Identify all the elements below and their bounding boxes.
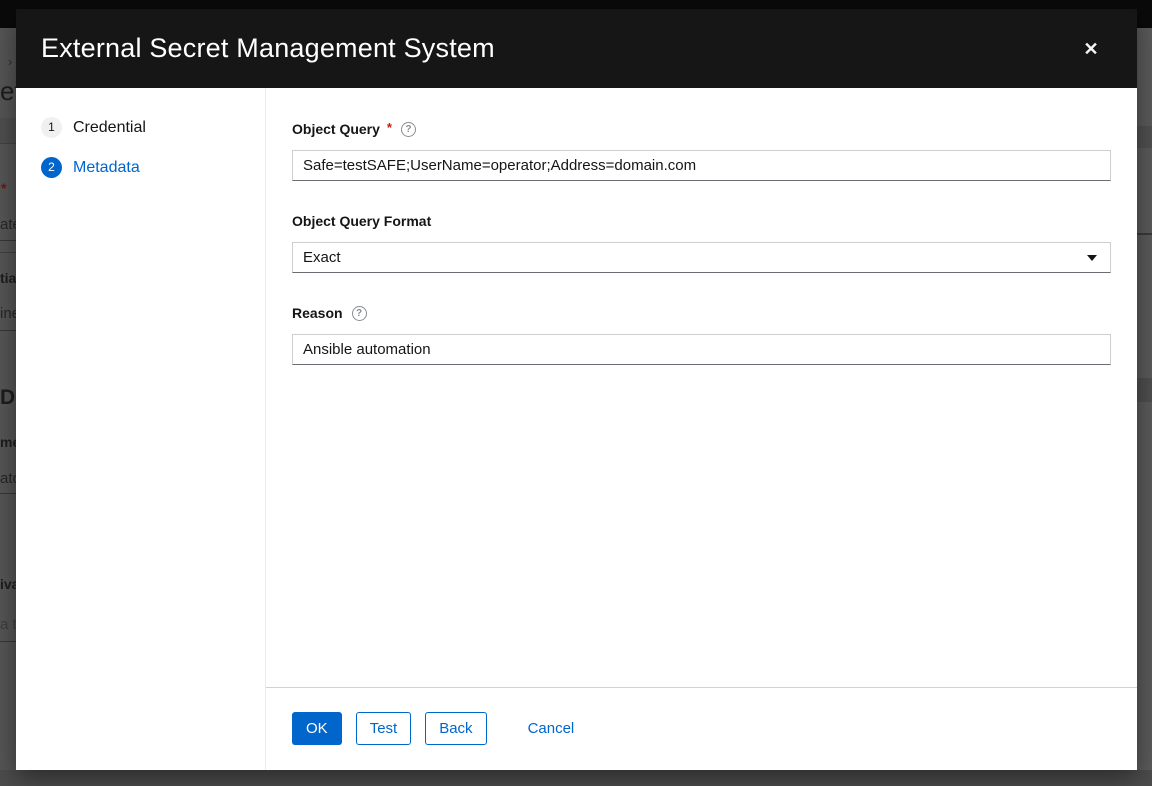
object-query-field: Object Query * ? — [292, 121, 1111, 181]
modal-title: External Secret Management System — [41, 33, 495, 64]
modal-header: External Secret Management System ✕ — [16, 9, 1137, 88]
test-button[interactable]: Test — [356, 712, 412, 745]
help-icon[interactable]: ? — [401, 122, 416, 137]
wizard-step-metadata[interactable]: 2 Metadata — [41, 157, 265, 178]
background-input-text-fragment-2: ato — [0, 470, 16, 487]
object-query-label-row: Object Query * ? — [292, 121, 1111, 137]
back-button[interactable]: Back — [425, 712, 486, 745]
background-required-asterisk: * — [1, 180, 6, 196]
background-input-text-fragment: ate — [0, 216, 16, 233]
modal-body: 1 Credential 2 Metadata Object Query * ? — [16, 88, 1137, 770]
background-page-right-strip — [1137, 28, 1152, 770]
breadcrumb-chevron-fragment: › — [8, 54, 12, 69]
object-query-input[interactable] — [292, 150, 1111, 181]
wizard-step-credential[interactable]: 1 Credential — [41, 117, 265, 138]
wizard-step-label: Credential — [73, 119, 146, 137]
wizard-step-label: Metadata — [73, 159, 140, 177]
background-input-border — [0, 240, 16, 241]
reason-label-row: Reason ? — [292, 305, 1111, 321]
background-input-border-4 — [0, 641, 16, 642]
page-title-fragment: et — [0, 76, 16, 107]
reason-input[interactable] — [292, 334, 1111, 365]
object-query-label: Object Query — [292, 121, 380, 137]
background-placeholder-fragment: a t — [0, 616, 16, 633]
background-page-bottom-strip — [0, 770, 1152, 786]
background-label-fragment: tia — [0, 270, 16, 286]
background-right-band-2 — [1137, 378, 1152, 402]
required-asterisk: * — [387, 120, 392, 135]
external-secret-management-modal: External Secret Management System ✕ 1 Cr… — [16, 9, 1137, 770]
step-number-badge: 1 — [41, 117, 62, 138]
caret-down-icon — [1087, 255, 1097, 261]
close-icon[interactable]: ✕ — [1079, 37, 1103, 61]
background-right-band — [1137, 126, 1152, 148]
ok-button[interactable]: OK — [292, 712, 342, 745]
wizard-main-pane: Object Query * ? Object Query Format Exa… — [266, 88, 1137, 770]
reason-field: Reason ? — [292, 305, 1111, 365]
background-label-fragment-2: me — [0, 434, 16, 450]
step-number-badge: 2 — [41, 157, 62, 178]
object-query-format-field: Object Query Format Exact — [292, 213, 1111, 273]
modal-footer: OK Test Back Cancel — [266, 687, 1137, 770]
background-input-border-3 — [0, 493, 16, 494]
background-input-border-2 — [0, 330, 16, 331]
background-select-text-fragment: ine — [0, 305, 16, 322]
background-label-fragment-3: iva — [0, 576, 16, 592]
object-query-format-label: Object Query Format — [292, 213, 431, 229]
cancel-button[interactable]: Cancel — [515, 712, 588, 745]
background-divider — [0, 252, 16, 253]
help-icon[interactable]: ? — [352, 306, 367, 321]
background-section-heading-fragment: De — [0, 386, 16, 410]
reason-label: Reason — [292, 305, 343, 321]
object-query-format-label-row: Object Query Format — [292, 213, 1111, 229]
background-right-divider — [1137, 233, 1152, 235]
wizard-nav: 1 Credential 2 Metadata — [16, 88, 266, 770]
background-tabstrip-fragment — [0, 118, 16, 144]
metadata-form: Object Query * ? Object Query Format Exa… — [266, 88, 1137, 687]
selected-option-label: Exact — [303, 249, 341, 266]
background-page-left-strip: › et * ate tia ine De me ato iva a t — [0, 28, 16, 770]
object-query-format-select[interactable]: Exact — [292, 242, 1111, 273]
